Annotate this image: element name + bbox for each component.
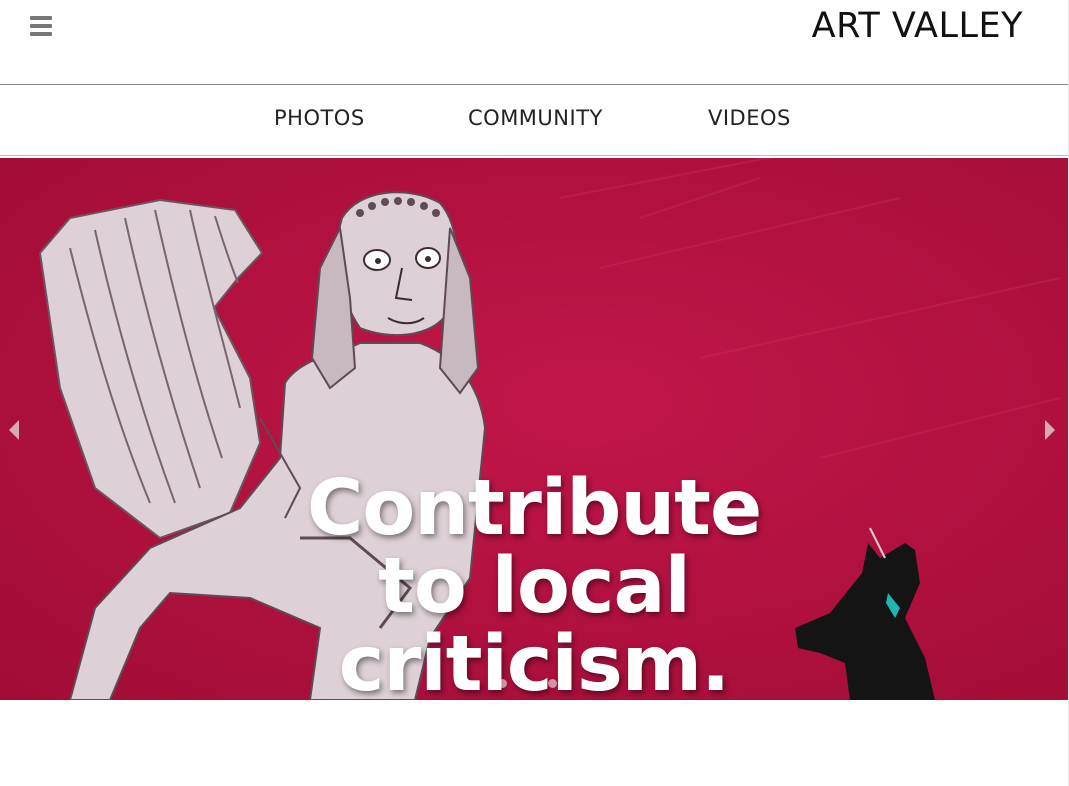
slide-indicators [498,673,568,692]
site-logo-text[interactable]: ART VALLEY [812,6,1023,46]
top-header: ART VALLEY [0,0,1069,84]
slide-dot[interactable] [523,679,533,688]
hero-headline: Contribute to local criticism. [0,464,1068,701]
nav-item-community[interactable]: COMMUNITY [468,106,603,130]
slide-dot[interactable] [548,679,558,688]
hamburger-menu-icon[interactable] [30,16,54,38]
headline-line-2: to local [378,542,691,631]
nav-item-videos[interactable]: VIDEOS [708,106,791,130]
main-navigation: PHOTOS COMMUNITY VIDEOS [0,85,1069,155]
chevron-right-icon[interactable] [1045,420,1055,440]
nav-item-photos[interactable]: PHOTOS [274,106,365,130]
nav-divider [0,155,1069,156]
chevron-left-icon[interactable] [9,420,19,440]
slide-dot[interactable] [498,679,507,688]
headline-line-1: Contribute [306,464,762,553]
hero-slideshow: Contribute to local criticism. [0,158,1068,700]
